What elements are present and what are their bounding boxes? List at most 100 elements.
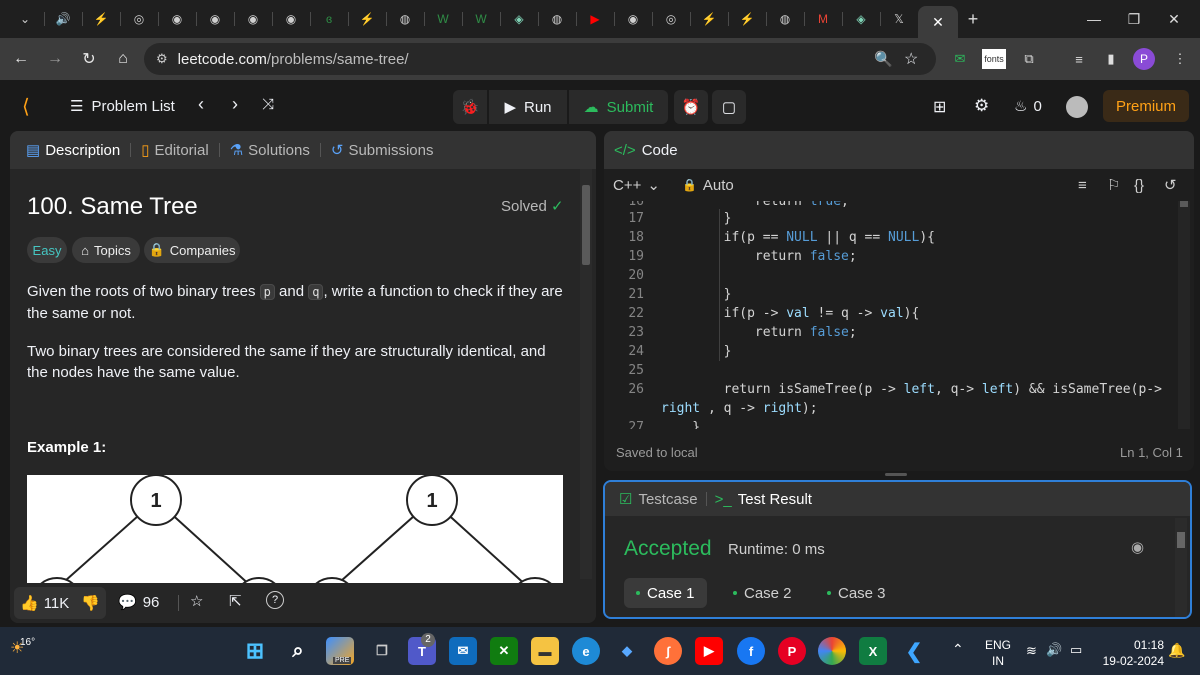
extension-fonts-icon[interactable]: fonts (982, 49, 1006, 69)
extensions-puzzle-icon[interactable]: ⧉ (1016, 46, 1042, 72)
tab-testcase[interactable]: ☑ Testcase (619, 490, 698, 509)
tab-globe-icon[interactable]: ◍ (386, 4, 424, 34)
eye-icon[interactable]: ◉ (1131, 538, 1144, 556)
battery-icon[interactable]: ▭ (1070, 642, 1082, 658)
case-tab-2[interactable]: Case 2 (721, 578, 804, 608)
wifi-icon[interactable]: ≋ (1026, 643, 1037, 659)
tab-chatgpt-icon[interactable]: ◉ (272, 4, 310, 34)
settings-gear-icon[interactable]: ⚙ (974, 96, 989, 116)
start-windows-icon[interactable]: ⊞ (241, 637, 269, 665)
user-avatar[interactable] (1066, 96, 1088, 118)
reading-list-icon[interactable]: ≡ (1066, 46, 1092, 72)
forward-icon[interactable]: → (38, 42, 72, 76)
tab-leetcode-icon[interactable]: ⚡ (690, 4, 728, 34)
debug-button[interactable]: 🐞 (453, 90, 487, 124)
pinterest-icon[interactable]: P (778, 637, 806, 665)
help-icon[interactable]: ? (266, 591, 284, 609)
tab-solutions[interactable]: ⚗ Solutions (226, 141, 314, 160)
difficulty-badge[interactable]: Easy (27, 237, 67, 263)
scroll-thumb[interactable] (582, 185, 590, 265)
extension-mail-icon[interactable]: ✉ (947, 46, 973, 72)
tab-chatgpt-icon[interactable]: ◉ (196, 4, 234, 34)
firefox-icon[interactable]: ʃ (654, 637, 682, 665)
tab-gmail-icon[interactable]: M (804, 4, 842, 34)
facebook-icon[interactable]: f (737, 637, 765, 665)
tab-editorial[interactable]: ▯ Editorial (137, 141, 212, 160)
code-editor[interactable]: 16 return true; 17 } 18 if(p == NULL || … (604, 201, 1178, 429)
braces-icon[interactable]: {} (1134, 177, 1144, 194)
panel-resize-handle[interactable] (885, 473, 907, 476)
tab-globe-icon[interactable]: ◍ (538, 4, 576, 34)
xbox-icon[interactable]: ✕ (490, 637, 518, 665)
case-tab-1[interactable]: Case 1 (624, 578, 707, 608)
back-icon[interactable]: ← (4, 42, 38, 76)
side-panel-icon[interactable]: ▮ (1098, 46, 1124, 72)
file-explorer-icon[interactable]: ▬ (531, 637, 559, 665)
companies-button[interactable]: 🔒 Companies (144, 237, 240, 263)
notification-bell-icon[interactable]: 🔔 (1168, 642, 1185, 659)
problem-list-button[interactable]: ☰ Problem List (70, 97, 175, 116)
topics-button[interactable]: ⌂ Topics (72, 237, 140, 263)
tab-youtube-icon[interactable]: ▶ (576, 4, 614, 34)
test-scrollbar[interactable] (1175, 518, 1187, 617)
chrome-icon[interactable] (818, 637, 846, 665)
lang-top[interactable]: ENG (985, 638, 1011, 652)
tab-chatgpt-icon[interactable]: ◉ (158, 4, 196, 34)
search-icon[interactable]: ⌕ (284, 637, 312, 665)
tab-globe-icon[interactable]: ◍ (766, 4, 804, 34)
zoom-icon[interactable]: 🔍 (874, 50, 893, 68)
tab-chatgpt-icon[interactable]: ◈ (842, 4, 880, 34)
tab-w-icon[interactable]: W (462, 4, 500, 34)
close-window-icon[interactable]: ✕ (1154, 0, 1194, 38)
vscode-icon[interactable]: ❮ (900, 637, 928, 665)
task-view-icon[interactable]: ❐ (368, 637, 396, 665)
site-info-icon[interactable]: ⚙ (156, 51, 168, 67)
tab-test-result[interactable]: >_ Test Result (715, 491, 812, 508)
auto-mode-toggle[interactable]: 🔒 Auto (682, 177, 734, 194)
tab-description[interactable]: ▤ Description (22, 141, 124, 160)
minimize-icon[interactable]: — (1074, 0, 1114, 38)
notes-button[interactable]: ▢ (712, 90, 746, 124)
tab-search-dropdown-icon[interactable]: ⌄ (6, 4, 44, 34)
browser-menu-icon[interactable]: ⋮ (1167, 46, 1193, 72)
streak-counter[interactable]: ♨ 0 (1014, 97, 1042, 116)
like-button[interactable]: 👍 11K (20, 594, 69, 613)
tab-submissions[interactable]: ↺ Submissions (327, 141, 438, 160)
tab-generic-icon[interactable]: ◎ (120, 4, 158, 34)
share-icon[interactable]: ⇱ (229, 592, 242, 610)
arrow-app-icon[interactable]: ◆ (613, 637, 641, 665)
premium-button[interactable]: Premium (1103, 90, 1189, 122)
next-problem-icon[interactable]: › (232, 94, 238, 115)
submit-button[interactable]: ☁ Submit (569, 90, 668, 124)
mail-icon[interactable]: ✉ (449, 637, 477, 665)
layout-grid-icon[interactable]: ⊞ (933, 97, 946, 117)
clock-time[interactable]: 01:18 (1098, 638, 1164, 652)
tab-generic-icon[interactable]: ◎ (652, 4, 690, 34)
clock-date[interactable]: 19-02-2024 (1098, 654, 1164, 668)
comments-button[interactable]: 💬 96 (118, 593, 159, 612)
shuffle-icon[interactable]: ⤨ (262, 96, 274, 113)
tab-leetcode-icon[interactable]: ⚡ (728, 4, 766, 34)
active-tab-close-icon[interactable]: ✕ (918, 6, 958, 38)
tab-audio-icon[interactable]: 🔊 (44, 4, 82, 34)
tab-chatgpt-icon[interactable]: ◉ (614, 4, 652, 34)
home-icon[interactable]: ⌂ (106, 42, 140, 76)
lang-bottom[interactable]: IN (985, 654, 1011, 668)
url-bar[interactable]: ⚙ leetcode.com/problems/same-tree/ 🔍 ☆ (144, 43, 936, 75)
scroll-thumb[interactable] (1177, 532, 1185, 548)
youtube-icon[interactable]: ▶ (695, 637, 723, 665)
tab-leetcode-icon[interactable]: ⚡ (348, 4, 386, 34)
scroll-thumb[interactable] (1180, 201, 1188, 207)
format-code-icon[interactable]: ≡ (1078, 177, 1087, 194)
case-tab-3[interactable]: Case 3 (815, 578, 898, 608)
excel-icon[interactable]: X (859, 637, 887, 665)
tab-w-icon[interactable]: W (424, 4, 462, 34)
bookmark-star-icon[interactable]: ☆ (904, 49, 918, 69)
restore-icon[interactable]: ❐ (1114, 0, 1154, 38)
tray-chevron-up-icon[interactable]: ⌃ (952, 641, 964, 658)
run-button[interactable]: ▶ Run (489, 90, 567, 124)
new-tab-icon[interactable]: + (958, 4, 988, 34)
edge-icon[interactable]: e (572, 637, 600, 665)
tab-gfg-icon[interactable]: ɞ (310, 4, 348, 34)
reset-code-icon[interactable]: ↺ (1164, 176, 1177, 194)
